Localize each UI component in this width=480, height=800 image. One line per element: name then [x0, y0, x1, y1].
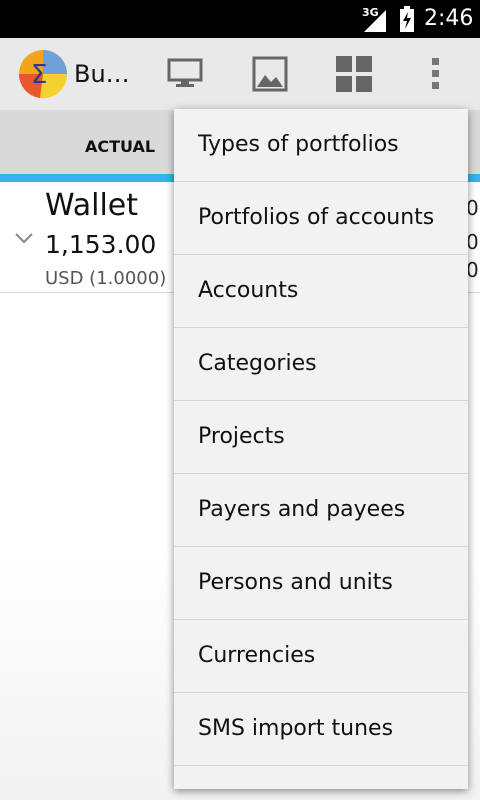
monitor-icon[interactable]: [167, 56, 203, 88]
menu-item-persons-and-units[interactable]: Persons and units: [174, 547, 468, 620]
menu-item-accounts[interactable]: Accounts: [174, 255, 468, 328]
wallet-currency: USD (1.0000): [45, 268, 167, 289]
menu-item-projects[interactable]: Projects: [174, 401, 468, 474]
menu-item-types-of-portfolios[interactable]: Types of portfolios: [174, 109, 468, 182]
wallet-amount: 1,153.00: [45, 230, 157, 259]
battery-charging-icon: [400, 6, 414, 32]
tab-actual-label: ACTUAL: [85, 137, 156, 156]
app-logo-icon[interactable]: Σ: [18, 49, 68, 99]
menu-item-payers-and-payees[interactable]: Payers and payees: [174, 474, 468, 547]
menu-item-currencies[interactable]: Currencies: [174, 620, 468, 693]
image-icon[interactable]: [252, 56, 288, 92]
overflow-icon[interactable]: [430, 56, 442, 92]
action-bar: Σ Bu…: [0, 38, 480, 110]
menu-item-portfolios-of-accounts[interactable]: Portfolios of accounts: [174, 182, 468, 255]
wallet-name: Wallet: [45, 188, 139, 223]
status-time: 2:46: [424, 6, 474, 31]
status-bar: 3G 2:46: [0, 0, 480, 38]
menu-item-categories[interactable]: Categories: [174, 328, 468, 401]
svg-text:Σ: Σ: [31, 60, 47, 90]
grid-icon[interactable]: [336, 56, 372, 92]
signal-icon: [364, 10, 386, 32]
overflow-menu: Types of portfolios Portfolios of accoun…: [174, 109, 468, 789]
chevron-down-icon[interactable]: [14, 232, 34, 244]
app-title: Bu…: [74, 60, 130, 88]
menu-item-sms-import-tunes[interactable]: SMS import tunes: [174, 693, 468, 766]
